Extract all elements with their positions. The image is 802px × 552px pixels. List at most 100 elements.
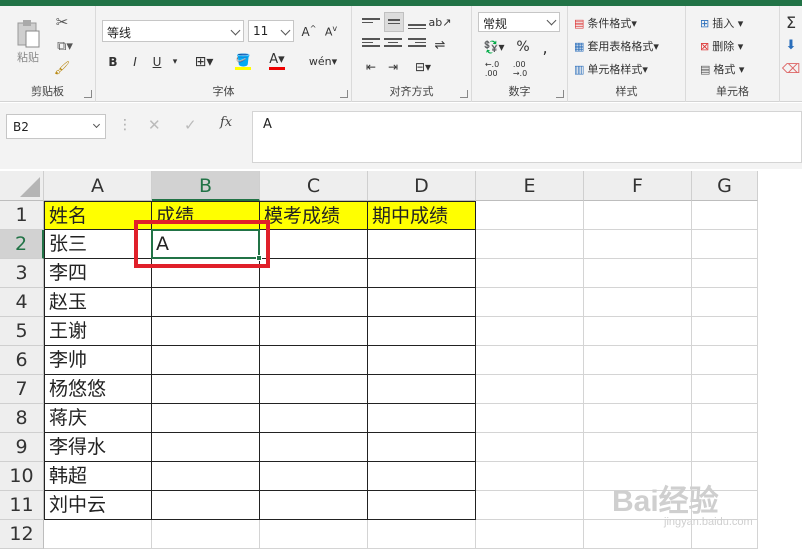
row-header-1[interactable]: 1	[0, 201, 44, 230]
column-header-d[interactable]: D	[368, 171, 476, 201]
borders-button[interactable]: ⊞▾	[188, 52, 220, 72]
cell-c1[interactable]: 模考成绩	[260, 201, 368, 230]
cell-a5[interactable]: 王谢	[44, 317, 152, 346]
wrap-text-button[interactable]: ⇌	[430, 36, 450, 54]
accounting-format-button[interactable]: 💱▾	[480, 38, 508, 56]
cell-c3[interactable]	[260, 259, 368, 288]
cell-d7[interactable]	[368, 375, 476, 404]
cell-f5[interactable]	[584, 317, 692, 346]
cell-c11[interactable]	[260, 491, 368, 520]
align-middle-button[interactable]	[384, 12, 404, 32]
align-center-button[interactable]	[384, 36, 402, 54]
comma-style-button[interactable]: ,	[536, 38, 554, 57]
font-name-select[interactable]: 等线	[102, 20, 244, 42]
font-size-select[interactable]: 11	[248, 20, 294, 42]
row-header-11[interactable]: 11	[0, 491, 44, 520]
cell-e10[interactable]	[476, 462, 584, 491]
cell-b7[interactable]	[152, 375, 260, 404]
fill-color-button[interactable]: 🪣	[228, 50, 258, 72]
cell-c4[interactable]	[260, 288, 368, 317]
cell-a10[interactable]: 韩超	[44, 462, 152, 491]
cell-d3[interactable]	[368, 259, 476, 288]
row-header-5[interactable]: 5	[0, 317, 44, 346]
row-header-2[interactable]: 2	[0, 230, 44, 259]
fill-button[interactable]: ⬇	[782, 36, 800, 54]
increase-decimal-button[interactable]: ←.0.00	[480, 60, 504, 78]
bold-button[interactable]: B	[104, 52, 122, 72]
orientation-button[interactable]: ab↗	[429, 12, 452, 32]
insert-button[interactable]: ⊞ 插入 ▾	[700, 14, 743, 32]
delete-button[interactable]: ⊠ 删除 ▾	[700, 37, 743, 55]
cell-e5[interactable]	[476, 317, 584, 346]
cell-e12[interactable]	[476, 520, 584, 549]
cell-d5[interactable]	[368, 317, 476, 346]
cell-c6[interactable]	[260, 346, 368, 375]
cell-f8[interactable]	[584, 404, 692, 433]
cell-d2[interactable]	[368, 230, 476, 259]
row-header-3[interactable]: 3	[0, 259, 44, 288]
cell-d10[interactable]	[368, 462, 476, 491]
cell-b12[interactable]	[152, 520, 260, 549]
column-header-b[interactable]: B	[152, 171, 260, 201]
cell-a6[interactable]: 李帅	[44, 346, 152, 375]
cell-g1[interactable]	[692, 201, 758, 230]
cell-a4[interactable]: 赵玉	[44, 288, 152, 317]
font-launcher-icon[interactable]	[340, 90, 348, 98]
copy-button[interactable]: ⧉▾	[52, 36, 78, 56]
cell-c10[interactable]	[260, 462, 368, 491]
font-color-button[interactable]: A▾	[262, 50, 292, 72]
cell-c7[interactable]	[260, 375, 368, 404]
column-header-f[interactable]: F	[584, 171, 692, 201]
cell-b6[interactable]	[152, 346, 260, 375]
cell-e4[interactable]	[476, 288, 584, 317]
cell-a11[interactable]: 刘中云	[44, 491, 152, 520]
cell-d11[interactable]	[368, 491, 476, 520]
align-right-button[interactable]	[408, 36, 426, 54]
cell-f1[interactable]	[584, 201, 692, 230]
cell-e1[interactable]	[476, 201, 584, 230]
cell-e2[interactable]	[476, 230, 584, 259]
cell-e9[interactable]	[476, 433, 584, 462]
cell-g8[interactable]	[692, 404, 758, 433]
cell-e8[interactable]	[476, 404, 584, 433]
cell-d9[interactable]	[368, 433, 476, 462]
column-header-a[interactable]: A	[44, 171, 152, 201]
format-button[interactable]: ▤ 格式 ▾	[700, 60, 744, 78]
format-painter-button[interactable]: 🖌	[52, 58, 72, 78]
column-header-g[interactable]: G	[692, 171, 758, 201]
align-top-button[interactable]	[362, 14, 380, 32]
number-format-select[interactable]: 常规	[478, 12, 560, 32]
row-header-4[interactable]: 4	[0, 288, 44, 317]
cell-c5[interactable]	[260, 317, 368, 346]
percent-button[interactable]: %	[514, 38, 532, 56]
cell-g6[interactable]	[692, 346, 758, 375]
underline-button[interactable]: U	[148, 52, 166, 72]
align-left-button[interactable]	[362, 36, 380, 54]
clear-button[interactable]: ⌫	[782, 60, 800, 78]
decrease-decimal-button[interactable]: .00 →.0	[508, 60, 532, 78]
cell-g9[interactable]	[692, 433, 758, 462]
cell-c12[interactable]	[260, 520, 368, 549]
cell-e3[interactable]	[476, 259, 584, 288]
italic-button[interactable]: I	[126, 52, 144, 72]
column-header-e[interactable]: E	[476, 171, 584, 201]
cell-f9[interactable]	[584, 433, 692, 462]
shrink-font-button[interactable]: Av	[322, 22, 340, 40]
clipboard-launcher-icon[interactable]	[84, 90, 92, 98]
cell-g7[interactable]	[692, 375, 758, 404]
decrease-indent-button[interactable]: ⇤	[362, 58, 380, 76]
cell-b9[interactable]	[152, 433, 260, 462]
grow-font-button[interactable]: A^	[300, 22, 318, 40]
cancel-icon[interactable]: ✕	[148, 116, 161, 134]
row-header-12[interactable]: 12	[0, 520, 44, 549]
increase-indent-button[interactable]: ⇥	[384, 58, 402, 76]
formula-input[interactable]: A	[252, 111, 802, 163]
row-header-8[interactable]: 8	[0, 404, 44, 433]
underline-dropdown[interactable]: ▾	[168, 52, 182, 72]
row-header-9[interactable]: 9	[0, 433, 44, 462]
name-box[interactable]: B2	[6, 114, 106, 139]
row-header-7[interactable]: 7	[0, 375, 44, 404]
cell-a9[interactable]: 李得水	[44, 433, 152, 462]
cell-styles-button[interactable]: ▥ 单元格样式 ▾	[574, 60, 648, 78]
cell-b4[interactable]	[152, 288, 260, 317]
